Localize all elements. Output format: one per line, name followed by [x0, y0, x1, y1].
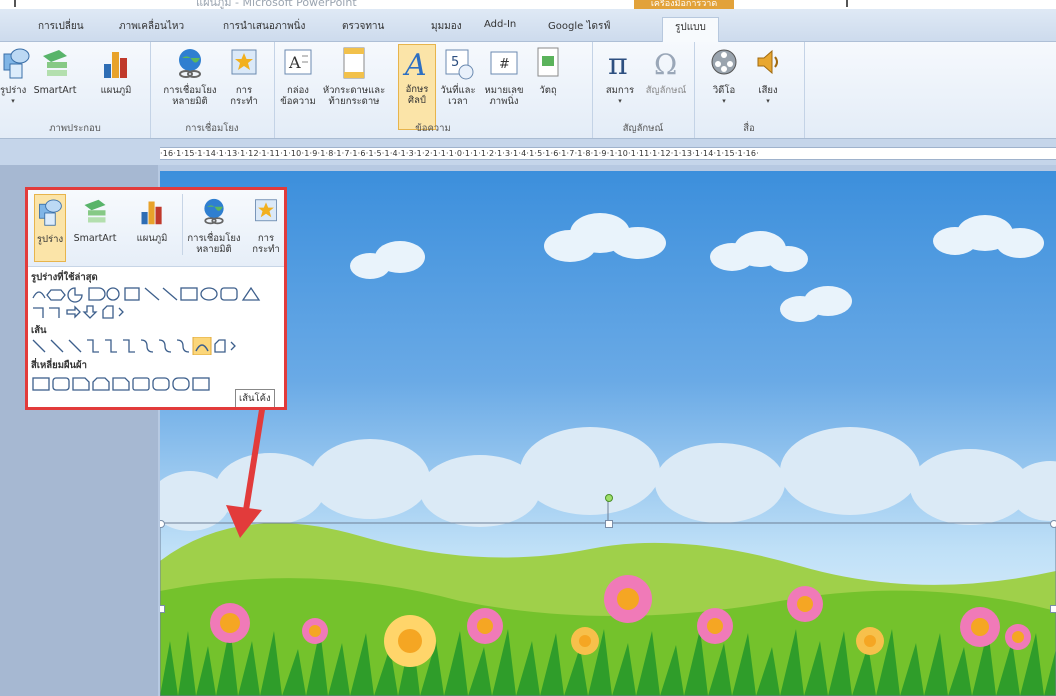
down-arrow-shape-icon	[82, 305, 98, 319]
shapes-icon	[39, 199, 62, 226]
right-arrow-shape-icon	[66, 305, 81, 319]
oval-shape-icon	[200, 287, 218, 301]
curved-arrow-icon	[158, 339, 172, 353]
recent-shapes-heading: รูปร่างที่ใช้ล่าสุด	[31, 272, 98, 283]
curve-tooltip: เส้นโค้ง	[235, 389, 275, 407]
picture-shape-icon	[124, 287, 140, 301]
round-single-rectangle-icon	[132, 377, 150, 391]
curve-tool-selected	[192, 337, 212, 355]
wave-shape-icon	[46, 289, 66, 301]
elbow-arrow-icon	[105, 339, 117, 353]
rectangles-gallery	[32, 377, 210, 391]
smartart-icon	[84, 199, 106, 223]
curved-connector-icon	[140, 339, 154, 353]
curved-double-arrow-icon	[176, 339, 190, 353]
line-shape-icon	[144, 287, 160, 301]
elbow-connector-icon	[33, 307, 44, 318]
callout-chart-button[interactable]: แผนภูมิ	[124, 194, 180, 244]
triangle-shape-icon	[241, 286, 261, 301]
snip-both-rectangle-icon	[92, 377, 110, 391]
snip-rectangle-icon	[72, 377, 90, 391]
callout-hyperlink-button[interactable]: การเชื่อมโยง หลายมิติ	[182, 194, 245, 255]
rectangle-shape-icon	[180, 287, 198, 301]
double-arrow-line-icon	[68, 339, 82, 353]
arrow-line-shape-icon	[162, 287, 178, 301]
arrow-line-icon	[50, 339, 64, 353]
rounded-shape-icon	[88, 287, 106, 301]
callout-action-button[interactable]: การ กระทำ	[248, 194, 284, 255]
curve-shape-icon	[118, 307, 124, 317]
snip-diagonal-rectangle-icon	[112, 377, 130, 391]
bar-chart-icon	[141, 201, 162, 225]
pie-shape-icon	[67, 287, 83, 303]
line-icon	[32, 339, 46, 353]
rounded-rectangle-shape-icon	[220, 287, 238, 301]
rounded-rectangle-icon	[52, 377, 70, 391]
elbow-arrow-connector-icon	[49, 307, 60, 318]
shapes-gallery-callout: รูปร่าง SmartArt แผนภูมิ การเชื่อมโยง หล…	[25, 187, 287, 410]
callout-smartart-button[interactable]: SmartArt	[66, 194, 124, 244]
snip-round-rectangle-icon	[192, 377, 210, 391]
globe-link-icon	[204, 198, 224, 225]
round-diagonal-rectangle-icon	[172, 377, 190, 391]
pentagon-shape-icon	[102, 305, 114, 319]
annotation-arrow-head	[226, 505, 262, 538]
lines-heading: เส้น	[31, 325, 47, 336]
lines-gallery	[32, 337, 236, 355]
callout-ribbon: รูปร่าง SmartArt แผนภูมิ การเชื่อมโยง หล…	[28, 190, 284, 267]
elbow-connector-icon	[87, 339, 99, 353]
gear-shape-icon	[106, 287, 120, 301]
rectangles-heading: สี่เหลี่ยมผืนผ้า	[31, 360, 87, 371]
round-both-rectangle-icon	[152, 377, 170, 391]
action-star-icon	[255, 199, 277, 222]
recent-shapes-grid	[32, 286, 261, 319]
freeform-icon	[214, 339, 226, 353]
rectangle-icon	[32, 377, 50, 391]
scribble-icon	[230, 341, 236, 351]
elbow-double-arrow-icon	[123, 339, 135, 353]
callout-shapes-button[interactable]: รูปร่าง	[34, 194, 66, 262]
arc-shape-icon	[32, 291, 46, 299]
